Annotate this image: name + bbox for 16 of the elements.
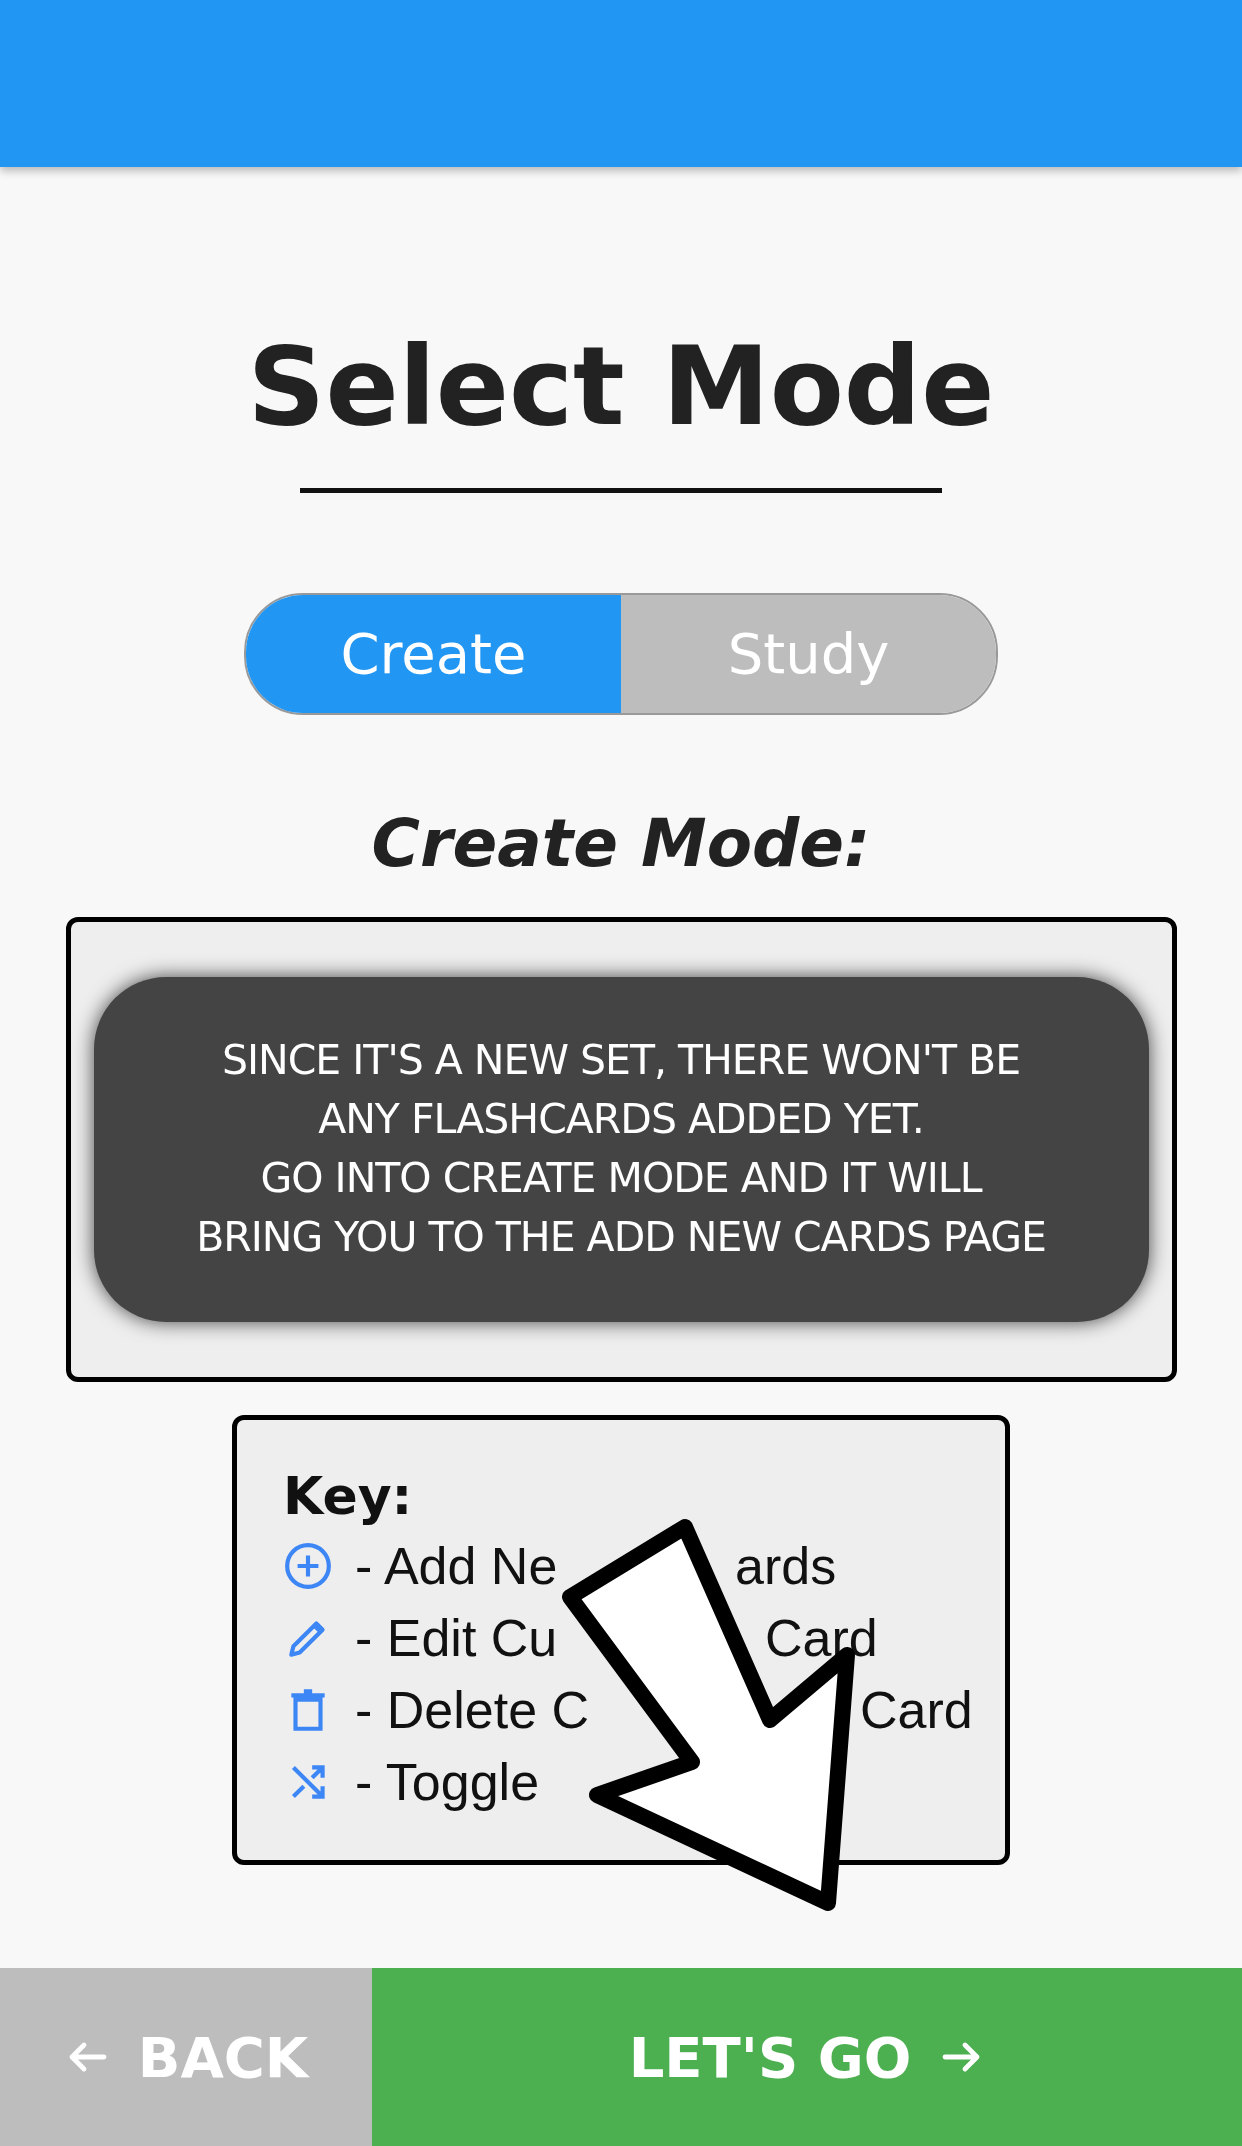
key-label: - Add Ne <box>355 1535 559 1596</box>
key-label: - Edit Cu <box>355 1607 559 1668</box>
key-label: Card <box>765 1607 878 1668</box>
key-label: ards <box>735 1535 837 1596</box>
page-title: Select Mode <box>247 323 995 451</box>
lets-go-button[interactable]: LET'S GO <box>372 1968 1242 2146</box>
key-label: - Delete C <box>355 1679 591 1740</box>
key-label: - Toggle <box>355 1751 540 1812</box>
key-label: Card <box>860 1679 973 1740</box>
mode-tab[interactable]: Study <box>621 594 996 713</box>
key-title: Key: <box>283 1464 414 1528</box>
mode-tab[interactable]: Create <box>246 594 621 713</box>
tutorial-text: SINCE IT'S A NEW SET, THERE WON'T BE ANY FLASHCARDS ADDED YET. GO INTO CREATE MODE AND IT WILL BRING YOU TO THE ADD NEW CARDS PAGE <box>196 1035 1046 1264</box>
back-button[interactable]: BACK <box>0 1968 372 2146</box>
mode-heading: Create Mode: <box>371 804 871 882</box>
add-icon <box>283 1540 333 1591</box>
